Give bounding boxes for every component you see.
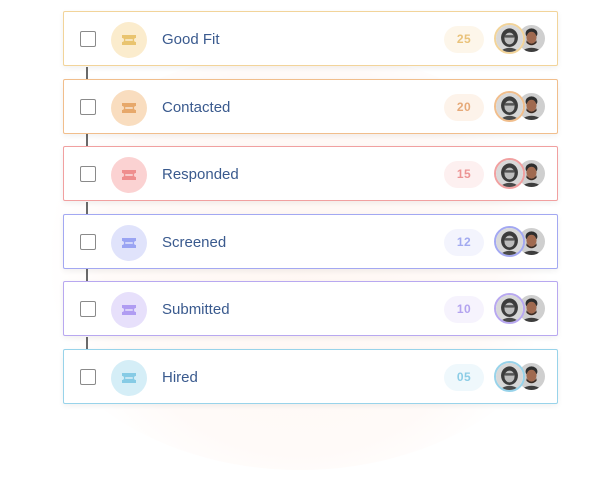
avatar[interactable]: [494, 226, 525, 257]
count-badge: 15: [444, 161, 484, 188]
stage-card-hired[interactable]: Hired 05: [63, 349, 558, 404]
stage-card-good-fit[interactable]: Good Fit 25: [63, 11, 558, 66]
pipeline-connector: [86, 134, 88, 146]
stage-card-screened[interactable]: Screened 12: [63, 214, 558, 269]
stage-label[interactable]: Submitted: [162, 282, 230, 337]
stage-card-submitted[interactable]: Submitted 10: [63, 281, 558, 336]
ticket-icon: [111, 22, 147, 58]
ticket-icon: [111, 225, 147, 261]
ticket-icon: [111, 157, 147, 193]
pipeline-connector: [86, 67, 88, 79]
stage-checkbox[interactable]: [80, 369, 96, 385]
count-badge: 25: [444, 26, 484, 53]
stage-checkbox[interactable]: [80, 301, 96, 317]
stage-label[interactable]: Contacted: [162, 80, 230, 135]
avatar[interactable]: [494, 293, 525, 324]
pipeline-connector: [86, 269, 88, 281]
stage-card-responded[interactable]: Responded 15: [63, 146, 558, 201]
avatar[interactable]: [494, 361, 525, 392]
ticket-icon: [111, 292, 147, 328]
stage-label[interactable]: Responded: [162, 147, 239, 202]
stage-checkbox[interactable]: [80, 31, 96, 47]
stage-checkbox[interactable]: [80, 166, 96, 182]
ticket-icon: [111, 360, 147, 396]
stage-label[interactable]: Good Fit: [162, 12, 220, 67]
avatar[interactable]: [494, 91, 525, 122]
count-badge: 20: [444, 94, 484, 121]
pipeline-connector: [86, 337, 88, 349]
pipeline-connector: [86, 202, 88, 214]
stage-label[interactable]: Hired: [162, 350, 198, 405]
stage-checkbox[interactable]: [80, 234, 96, 250]
stage-label[interactable]: Screened: [162, 215, 226, 270]
stage-checkbox[interactable]: [80, 99, 96, 115]
count-badge: 05: [444, 364, 484, 391]
avatar[interactable]: [494, 23, 525, 54]
ticket-icon: [111, 90, 147, 126]
stage-card-contacted[interactable]: Contacted 20: [63, 79, 558, 134]
avatar[interactable]: [494, 158, 525, 189]
count-badge: 10: [444, 296, 484, 323]
count-badge: 12: [444, 229, 484, 256]
